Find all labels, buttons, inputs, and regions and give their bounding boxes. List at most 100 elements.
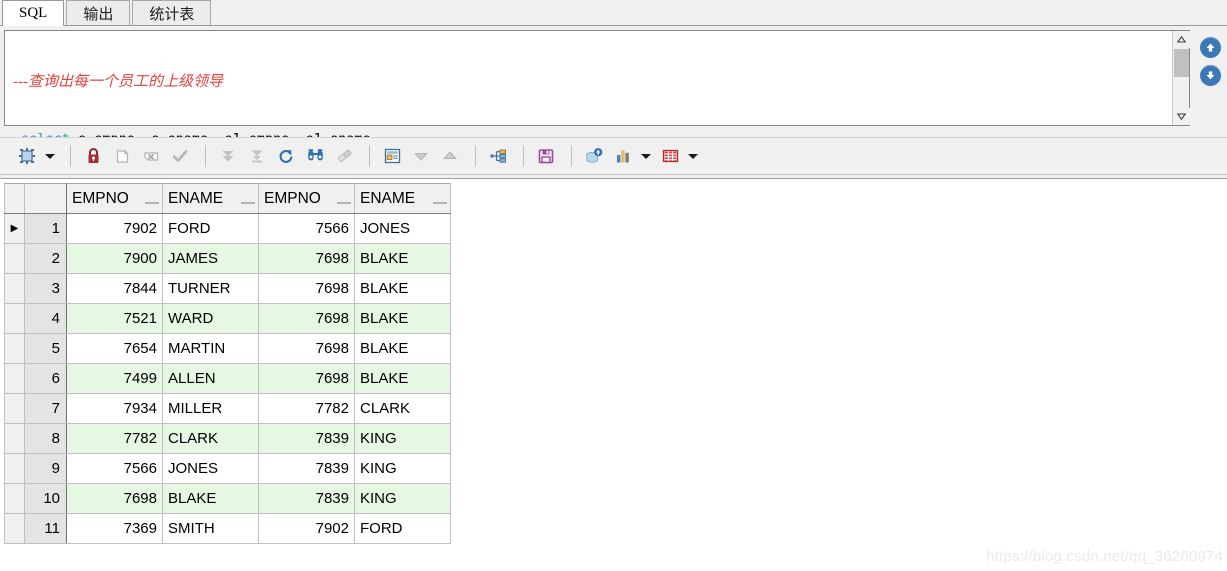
cell-empno-2[interactable]: 7782 [258,393,355,424]
column-header-empno-1[interactable]: EMPNO [66,183,163,214]
cell-empno-1[interactable]: 7698 [66,483,163,514]
scroll-down-icon[interactable] [1173,108,1190,125]
cell-ename-2[interactable]: BLAKE [354,303,451,334]
chart-icon[interactable] [610,143,636,169]
cell-ename-1[interactable]: JONES [162,453,259,484]
delete-record-icon[interactable] [138,143,164,169]
new-record-icon[interactable] [109,143,135,169]
cell-ename-2[interactable]: BLAKE [354,363,451,394]
column-resize-grip[interactable] [145,202,159,204]
cell-ename-1[interactable]: CLARK [162,423,259,454]
row-number-cell[interactable]: 3 [24,273,67,304]
table-row[interactable]: 4 7521 WARD 7698 BLAKE [4,303,451,334]
cell-empno-1[interactable]: 7499 [66,363,163,394]
sql-editor[interactable]: ---查询出每一个员工的上级领导 select e.empno, e.ename… [5,31,1189,261]
cell-ename-1[interactable]: BLAKE [162,483,259,514]
cell-empno-1[interactable]: 7521 [66,303,163,334]
row-number-cell[interactable]: 9 [24,453,67,484]
cell-empno-1[interactable]: 7782 [66,423,163,454]
cell-ename-2[interactable]: KING [354,423,451,454]
tab-statistics[interactable]: 统计表 [132,0,212,25]
row-current-marker[interactable] [4,393,25,424]
cell-empno-1[interactable]: 7844 [66,273,163,304]
column-resize-grip[interactable] [433,202,447,204]
cell-empno-2[interactable]: 7698 [258,303,355,334]
table-row[interactable]: 9 7566 JONES 7839 KING [4,453,451,484]
previous-statement-icon[interactable] [1199,37,1221,58]
scrollbar-thumb[interactable] [1174,49,1189,77]
save-icon[interactable] [533,143,559,169]
table-icon[interactable] [657,143,683,169]
row-number-cell[interactable]: 10 [24,483,67,514]
table-row[interactable]: 2 7900 JAMES 7698 BLAKE [4,243,451,274]
row-current-marker[interactable] [4,273,25,304]
cell-ename-2[interactable]: BLAKE [354,333,451,364]
row-number-cell[interactable]: 11 [24,513,67,544]
row-number-cell[interactable]: 4 [24,303,67,334]
cell-empno-2[interactable]: 7902 [258,513,355,544]
column-header-ename-1[interactable]: ENAME [162,183,259,214]
cell-empno-2[interactable]: 7698 [258,333,355,364]
cell-empno-1[interactable]: 7902 [66,213,163,244]
cell-empno-2[interactable]: 7839 [258,483,355,514]
select-area-dropdown-caret[interactable] [43,143,57,169]
row-current-marker[interactable] [4,483,25,514]
row-current-marker[interactable] [4,243,25,274]
sort-descending-icon[interactable] [408,143,434,169]
cell-empno-2[interactable]: 7698 [258,363,355,394]
cell-ename-1[interactable]: JAMES [162,243,259,274]
row-number-cell[interactable]: 6 [24,363,67,394]
refresh-icon[interactable] [273,143,299,169]
table-row[interactable]: 5 7654 MARTIN 7698 BLAKE [4,333,451,364]
row-number-cell[interactable]: 2 [24,243,67,274]
eraser-icon[interactable] [331,143,357,169]
grid-view-icon[interactable] [379,143,405,169]
select-area-icon[interactable] [14,143,40,169]
row-current-marker[interactable]: ▶ [4,213,25,244]
find-icon[interactable] [302,143,328,169]
row-current-marker[interactable] [4,453,25,484]
fetch-last-icon[interactable] [244,143,270,169]
cell-ename-1[interactable]: MILLER [162,393,259,424]
row-number-cell[interactable]: 1 [24,213,67,244]
cell-ename-2[interactable]: KING [354,453,451,484]
row-number-cell[interactable]: 7 [24,393,67,424]
chart-dropdown-caret[interactable] [639,143,653,169]
explain-plan-icon[interactable] [485,143,511,169]
table-row[interactable]: 8 7782 CLARK 7839 KING [4,423,451,454]
next-statement-icon[interactable] [1199,65,1221,86]
row-number-cell[interactable]: 8 [24,423,67,454]
row-number-cell[interactable]: 5 [24,333,67,364]
tab-output[interactable]: 输出 [66,0,131,25]
cell-ename-2[interactable]: KING [354,483,451,514]
grid-corner-cell[interactable] [4,183,25,214]
cell-ename-2[interactable]: JONES [354,213,451,244]
cell-empno-2[interactable]: 7839 [258,423,355,454]
sort-ascending-icon[interactable] [437,143,463,169]
commit-check-icon[interactable] [167,143,193,169]
table-dropdown-caret[interactable] [686,143,700,169]
column-header-ename-2[interactable]: ENAME [354,183,451,214]
lock-icon[interactable] [80,143,106,169]
cell-empno-2[interactable]: 7839 [258,453,355,484]
cell-empno-2[interactable]: 7698 [258,273,355,304]
table-row[interactable]: 3 7844 TURNER 7698 BLAKE [4,273,451,304]
cell-empno-1[interactable]: 7900 [66,243,163,274]
row-current-marker[interactable] [4,423,25,454]
row-current-marker[interactable] [4,333,25,364]
table-row[interactable]: 10 7698 BLAKE 7839 KING [4,483,451,514]
export-db-icon[interactable] [581,143,607,169]
cell-ename-1[interactable]: WARD [162,303,259,334]
cell-ename-2[interactable]: CLARK [354,393,451,424]
row-current-marker[interactable] [4,303,25,334]
row-current-marker[interactable] [4,363,25,394]
cell-empno-1[interactable]: 7654 [66,333,163,364]
editor-scrollbar[interactable] [1172,31,1190,125]
cell-ename-2[interactable]: FORD [354,513,451,544]
cell-ename-2[interactable]: BLAKE [354,243,451,274]
cell-empno-2[interactable]: 7698 [258,243,355,274]
tab-sql[interactable]: SQL [2,0,65,26]
column-header-empno-2[interactable]: EMPNO [258,183,355,214]
fetch-next-icon[interactable] [215,143,241,169]
table-row[interactable]: ▶ 1 7902 FORD 7566 JONES [4,213,451,244]
